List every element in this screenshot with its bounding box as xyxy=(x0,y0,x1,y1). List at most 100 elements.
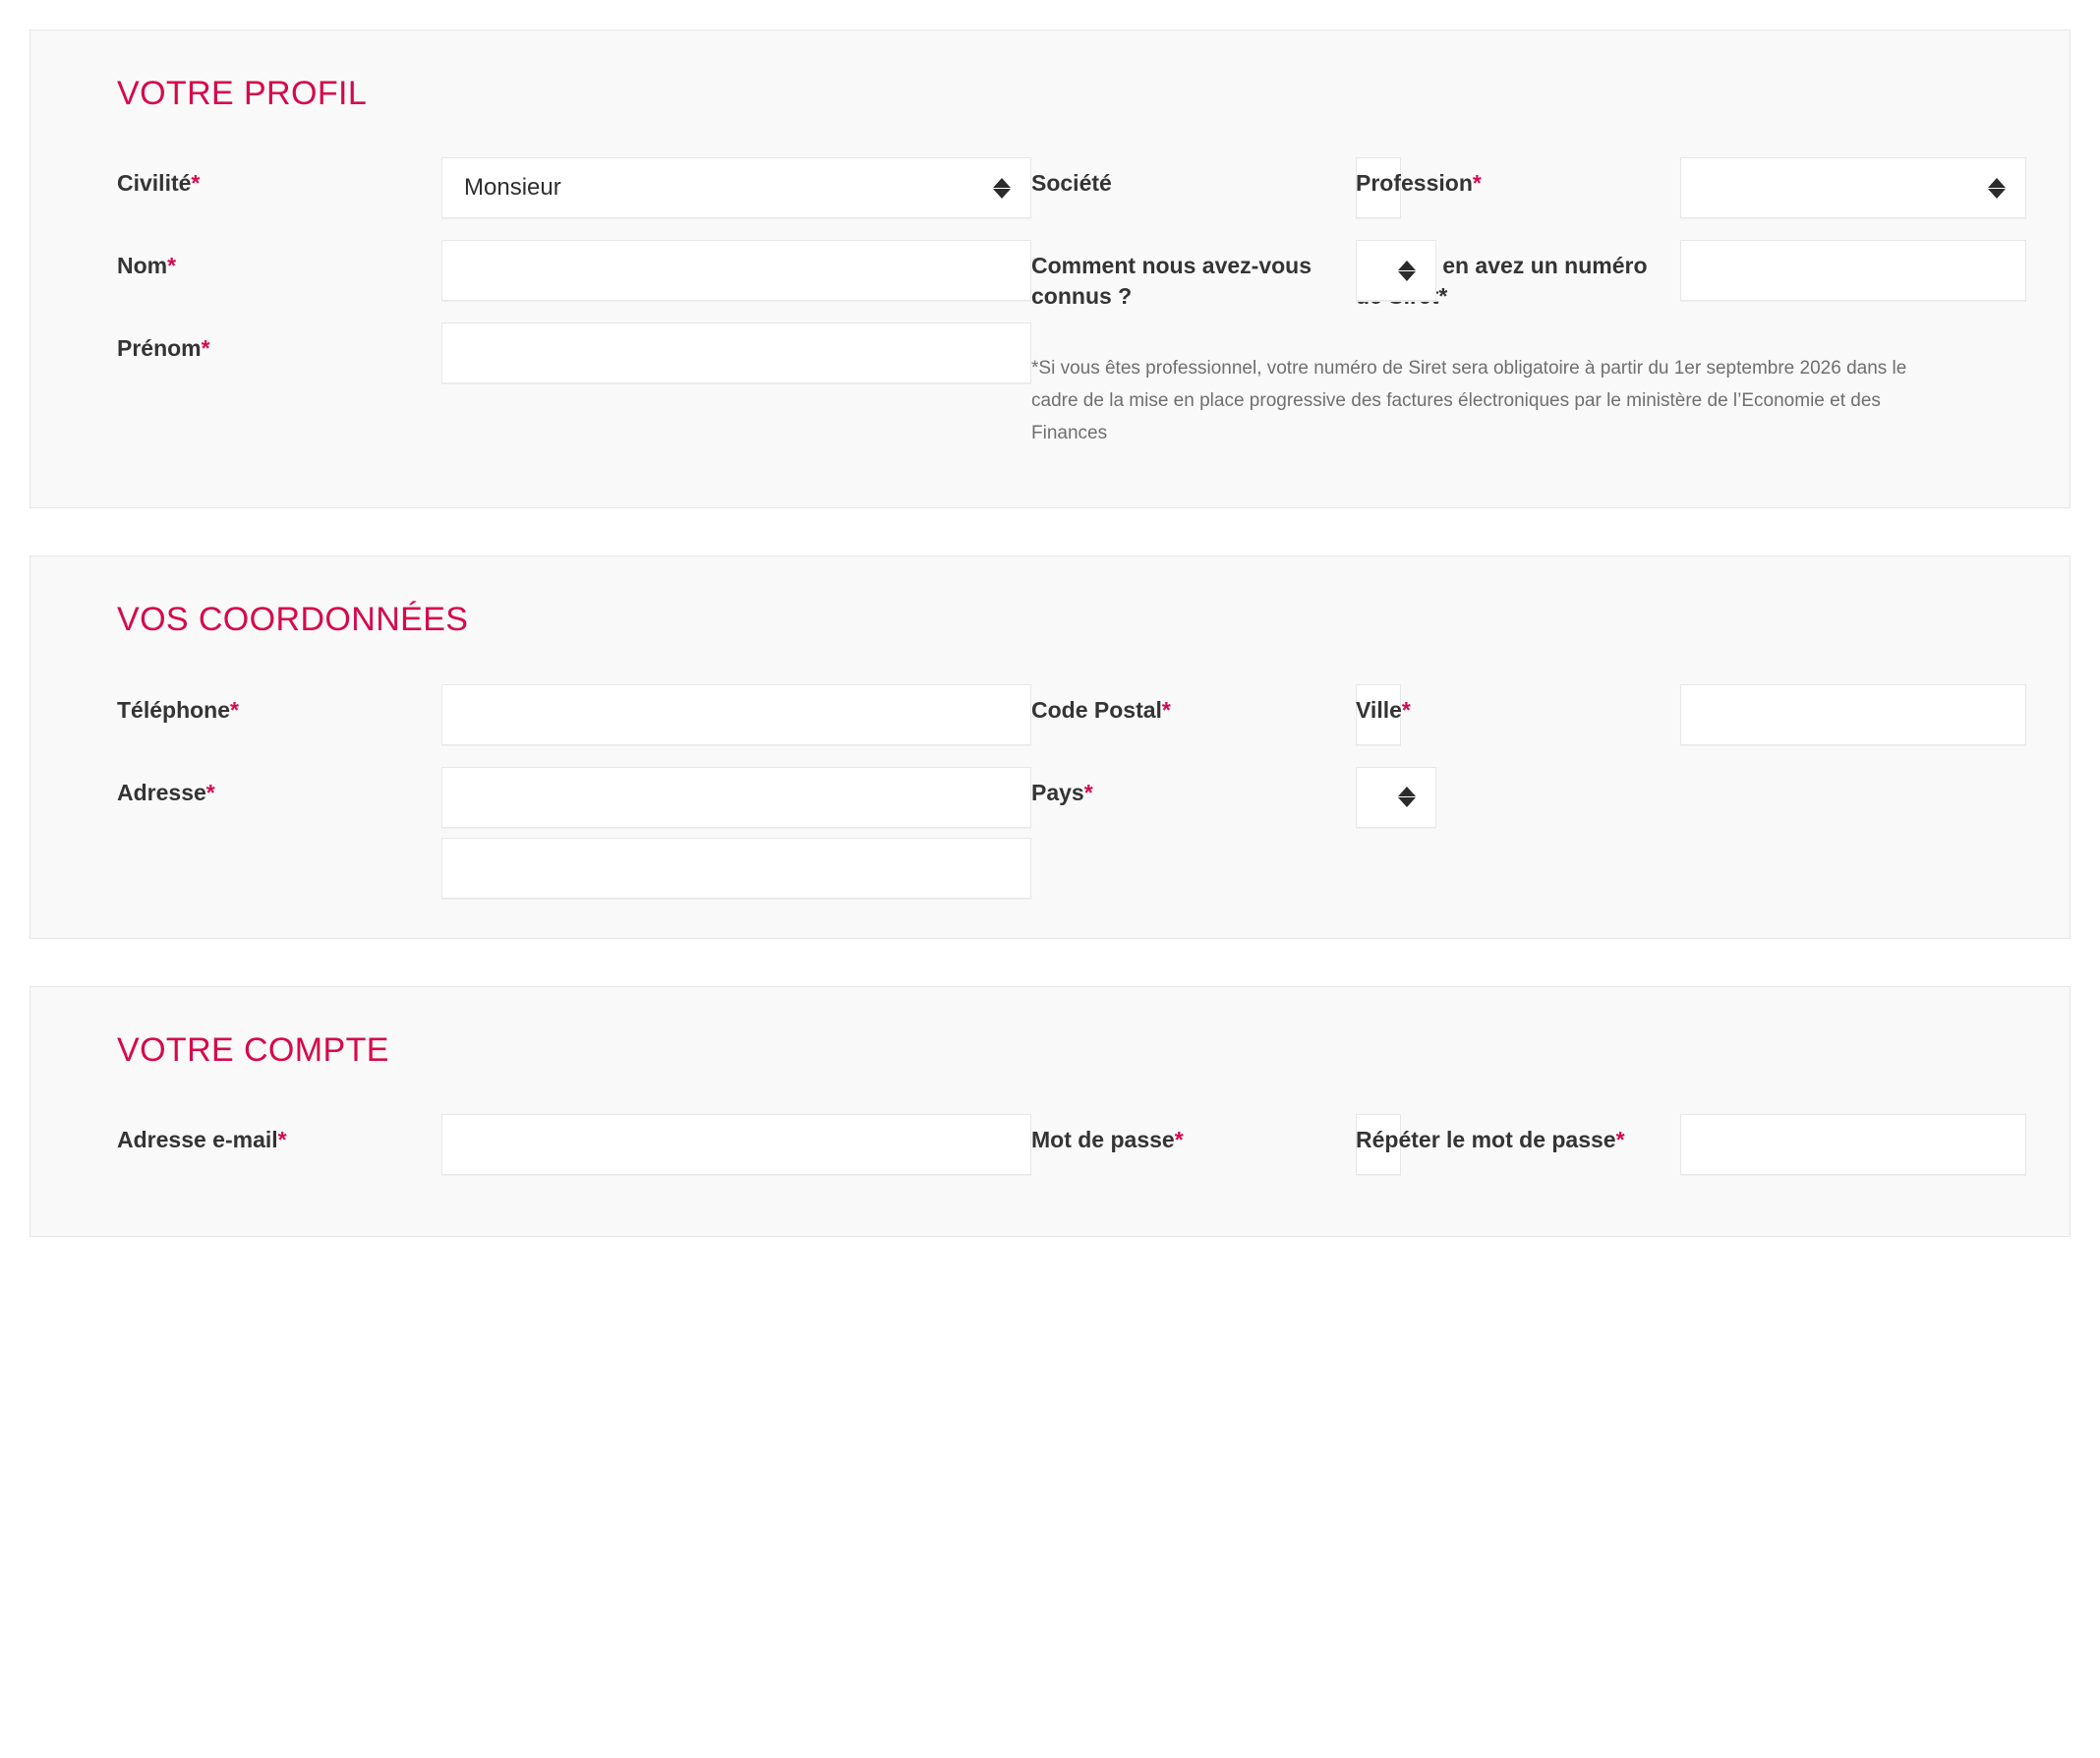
control-repeter-le-mot-de-passe xyxy=(1680,1114,2026,1176)
form-row-societe: Société xyxy=(1031,157,1401,219)
form-sections: VOTRE PROFIL Civilité* Monsieur Nom* Prénom*… xyxy=(29,29,2071,1238)
label-text: Comment nous avez-vous connus ? xyxy=(1031,253,1312,309)
required-marker: * xyxy=(1401,696,1411,723)
section-title-vos-coordonnees: VOS COORDONNÉES xyxy=(117,601,469,639)
form-row-prenom: Prénom* xyxy=(117,322,1031,384)
chevron-updown-icon xyxy=(993,173,1011,203)
select-civilite[interactable]: Monsieur xyxy=(441,157,1031,219)
control-prenom xyxy=(441,322,1031,384)
required-marker: * xyxy=(167,253,177,279)
password-input-repeter-le-mot-de-passe[interactable] xyxy=(1680,1114,2026,1176)
label-comment-nous-avez-vous-connus: Comment nous avez-vous connus ? xyxy=(1031,240,1356,311)
required-marker: * xyxy=(201,335,210,362)
section-card-votre-compte: VOTRE COMPTE Adresse e-mail* Mot de passe*… xyxy=(29,985,2071,1238)
label-pays: Pays* xyxy=(1031,767,1356,807)
chevron-updown-icon xyxy=(1398,783,1416,812)
label-text: Nom xyxy=(117,253,168,279)
control-telephone xyxy=(441,683,1031,745)
required-marker: * xyxy=(191,170,201,197)
label-text: Pays xyxy=(1031,779,1084,805)
required-marker: * xyxy=(1161,696,1171,723)
left-column: Adresse e-mail* xyxy=(117,1114,1031,1197)
chevron-updown-icon xyxy=(1398,256,1416,285)
label-repeter-le-mot-de-passe: Répéter le mot de passe* xyxy=(1356,1114,1680,1154)
form-row-si-vous-en-avez-un-numero-de-siret: Si vous en avez un numéro de Siret* xyxy=(1356,240,2026,311)
label-mot-de-passe: Mot de passe* xyxy=(1031,1114,1356,1154)
label-nom: Nom* xyxy=(117,240,441,280)
siret-helper-text: *Si vous êtes professionnel, votre numér… xyxy=(1031,358,1907,444)
label-profession: Profession* xyxy=(1356,157,1680,198)
control-si-vous-en-avez-un-numero-de-siret xyxy=(1680,240,2026,302)
form-row-pays: Pays*France xyxy=(1031,766,1436,828)
label-text: Mot de passe xyxy=(1031,1127,1175,1153)
control-ville xyxy=(1680,683,2026,745)
registration-form-page: VOTRE PROFIL Civilité* Monsieur Nom* Prénom*… xyxy=(0,0,2100,1758)
label-text: Civilité xyxy=(117,170,192,197)
form-row-adresse: Adresse* xyxy=(117,766,1031,899)
input-prenom[interactable] xyxy=(441,322,1031,384)
required-marker: * xyxy=(1083,779,1093,805)
required-marker: * xyxy=(1174,1127,1184,1153)
required-marker: * xyxy=(230,696,239,723)
select-pays[interactable]: France xyxy=(1356,766,1436,828)
label-text: Ville xyxy=(1356,696,1402,723)
control-civilite: Monsieur xyxy=(441,157,1031,219)
input-adresse[interactable] xyxy=(441,766,1031,828)
label-text: Code Postal xyxy=(1031,696,1162,723)
section-grid: Adresse e-mail* Mot de passe* Répéter le m… xyxy=(74,1114,2026,1197)
select-profession[interactable] xyxy=(1680,157,2026,219)
left-column: Téléphone* Adresse* xyxy=(117,683,1031,899)
label-text: Répéter le mot de passe xyxy=(1356,1127,1616,1153)
input-nom[interactable] xyxy=(441,240,1031,302)
form-row-adresse-e-mail: Adresse e-mail* xyxy=(117,1114,1031,1176)
section-title-votre-profil: VOTRE PROFIL xyxy=(117,75,368,112)
label-adresse: Adresse* xyxy=(117,767,441,807)
right-column: Code Postal*Ville*Pays*France xyxy=(1031,683,2026,899)
input-si-vous-en-avez-un-numero-de-siret[interactable] xyxy=(1680,240,2026,302)
label-code-postal: Code Postal* xyxy=(1031,684,1356,725)
label-text: Profession xyxy=(1356,170,1473,197)
input-telephone[interactable] xyxy=(441,683,1031,745)
form-row-mot-de-passe: Mot de passe* xyxy=(1031,1114,1401,1176)
required-marker: * xyxy=(205,779,215,805)
form-row-telephone: Téléphone* xyxy=(117,683,1031,745)
label-text: Prénom xyxy=(117,335,202,362)
control-adresse xyxy=(441,766,1031,899)
section-grid: Civilité* Monsieur Nom* Prénom* Société Profe… xyxy=(74,157,2026,468)
control-profession xyxy=(1680,157,2026,219)
form-row-nom: Nom* xyxy=(117,240,1031,302)
section-card-votre-profil: VOTRE PROFIL Civilité* Monsieur Nom* Prénom*… xyxy=(29,29,2071,509)
right-column: Société Profession* Comment nous avez-vous… xyxy=(1031,157,2026,468)
label-ville: Ville* xyxy=(1356,684,1680,725)
label-societe: Société xyxy=(1031,157,1356,198)
label-prenom: Prénom* xyxy=(117,322,441,363)
form-row-repeter-le-mot-de-passe: Répéter le mot de passe* xyxy=(1356,1114,2026,1197)
required-marker: * xyxy=(1472,170,1482,197)
section-card-vos-coordonnees: VOS COORDONNÉES Téléphone* Adresse* Code Po… xyxy=(29,556,2071,939)
form-row-comment-nous-avez-vous-connus: Comment nous avez-vous connus ? xyxy=(1031,240,1436,311)
left-column: Civilité* Monsieur Nom* Prénom* xyxy=(117,157,1031,468)
input-adresse-line2[interactable] xyxy=(441,837,1031,899)
control-nom xyxy=(441,240,1031,302)
input-adresse-e-mail[interactable] xyxy=(441,1114,1031,1176)
input-ville[interactable] xyxy=(1680,683,2026,745)
right-column: Mot de passe* Répéter le mot de passe* xyxy=(1031,1114,2026,1197)
section-title-votre-compte: VOTRE COMPTE xyxy=(117,1030,389,1069)
form-row-profession: Profession* xyxy=(1356,157,2026,219)
select-comment-nous-avez-vous-connus[interactable] xyxy=(1356,240,1436,302)
label-text: Adresse xyxy=(117,779,206,805)
select-value: Monsieur xyxy=(464,174,561,202)
label-telephone: Téléphone* xyxy=(117,684,441,725)
control-adresse-e-mail xyxy=(441,1114,1031,1176)
chevron-updown-icon xyxy=(1988,173,2006,203)
label-text: Adresse e-mail xyxy=(117,1127,278,1153)
label-text: Société xyxy=(1031,170,1112,197)
section-grid: Téléphone* Adresse* Code Postal* Ville* Pays… xyxy=(74,683,2026,899)
form-row-code-postal: Code Postal* xyxy=(1031,683,1401,745)
form-row-ville: Ville* xyxy=(1356,683,2026,745)
required-marker: * xyxy=(1615,1127,1625,1153)
required-marker: * xyxy=(277,1127,287,1153)
label-adresse-e-mail: Adresse e-mail* xyxy=(117,1114,441,1154)
label-text: Téléphone xyxy=(117,696,231,723)
